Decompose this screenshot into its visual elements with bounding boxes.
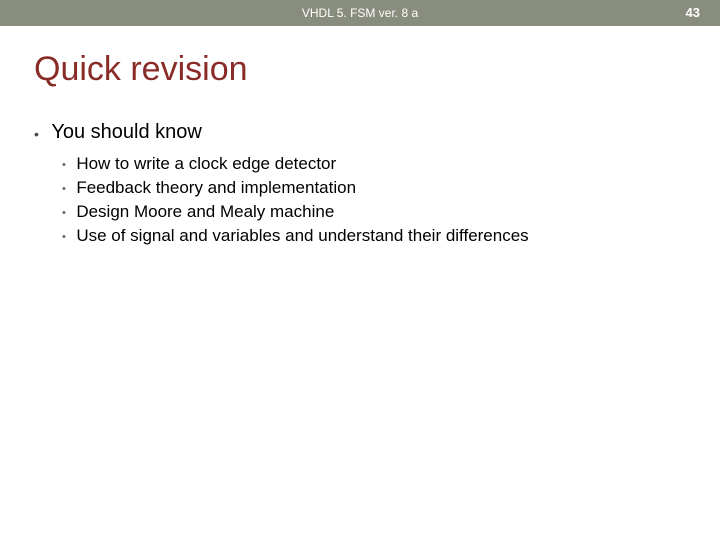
list-item-label: Use of signal and variables and understa… (76, 226, 528, 245)
content-area: Quick revision • You should know • How t… (0, 26, 720, 246)
slide: VHDL 5. FSM ver. 8 a 43 Quick revision •… (0, 0, 720, 540)
list-item: • You should know (34, 121, 686, 144)
bullet-icon: • (62, 207, 66, 219)
list-item-label: You should know (51, 121, 202, 143)
list-item: • How to write a clock edge detector (62, 154, 686, 174)
list-item-label: Feedback theory and implementation (76, 178, 356, 197)
bullet-icon: • (62, 159, 66, 171)
bullet-icon: • (62, 231, 66, 243)
list-item-label: How to write a clock edge detector (76, 154, 336, 173)
header-bar: VHDL 5. FSM ver. 8 a 43 (0, 0, 720, 26)
sublist: • How to write a clock edge detector • F… (62, 154, 686, 246)
list-item-label: Design Moore and Mealy machine (76, 202, 334, 221)
list-item: • Design Moore and Mealy machine (62, 202, 686, 222)
header-center-text: VHDL 5. FSM ver. 8 a (0, 0, 720, 26)
bullet-icon: • (62, 183, 66, 195)
list-item: • Use of signal and variables and unders… (62, 226, 686, 246)
page-number: 43 (686, 0, 700, 26)
bullet-icon: • (34, 126, 39, 142)
list-item: • Feedback theory and implementation (62, 178, 686, 198)
page-title: Quick revision (34, 50, 686, 89)
